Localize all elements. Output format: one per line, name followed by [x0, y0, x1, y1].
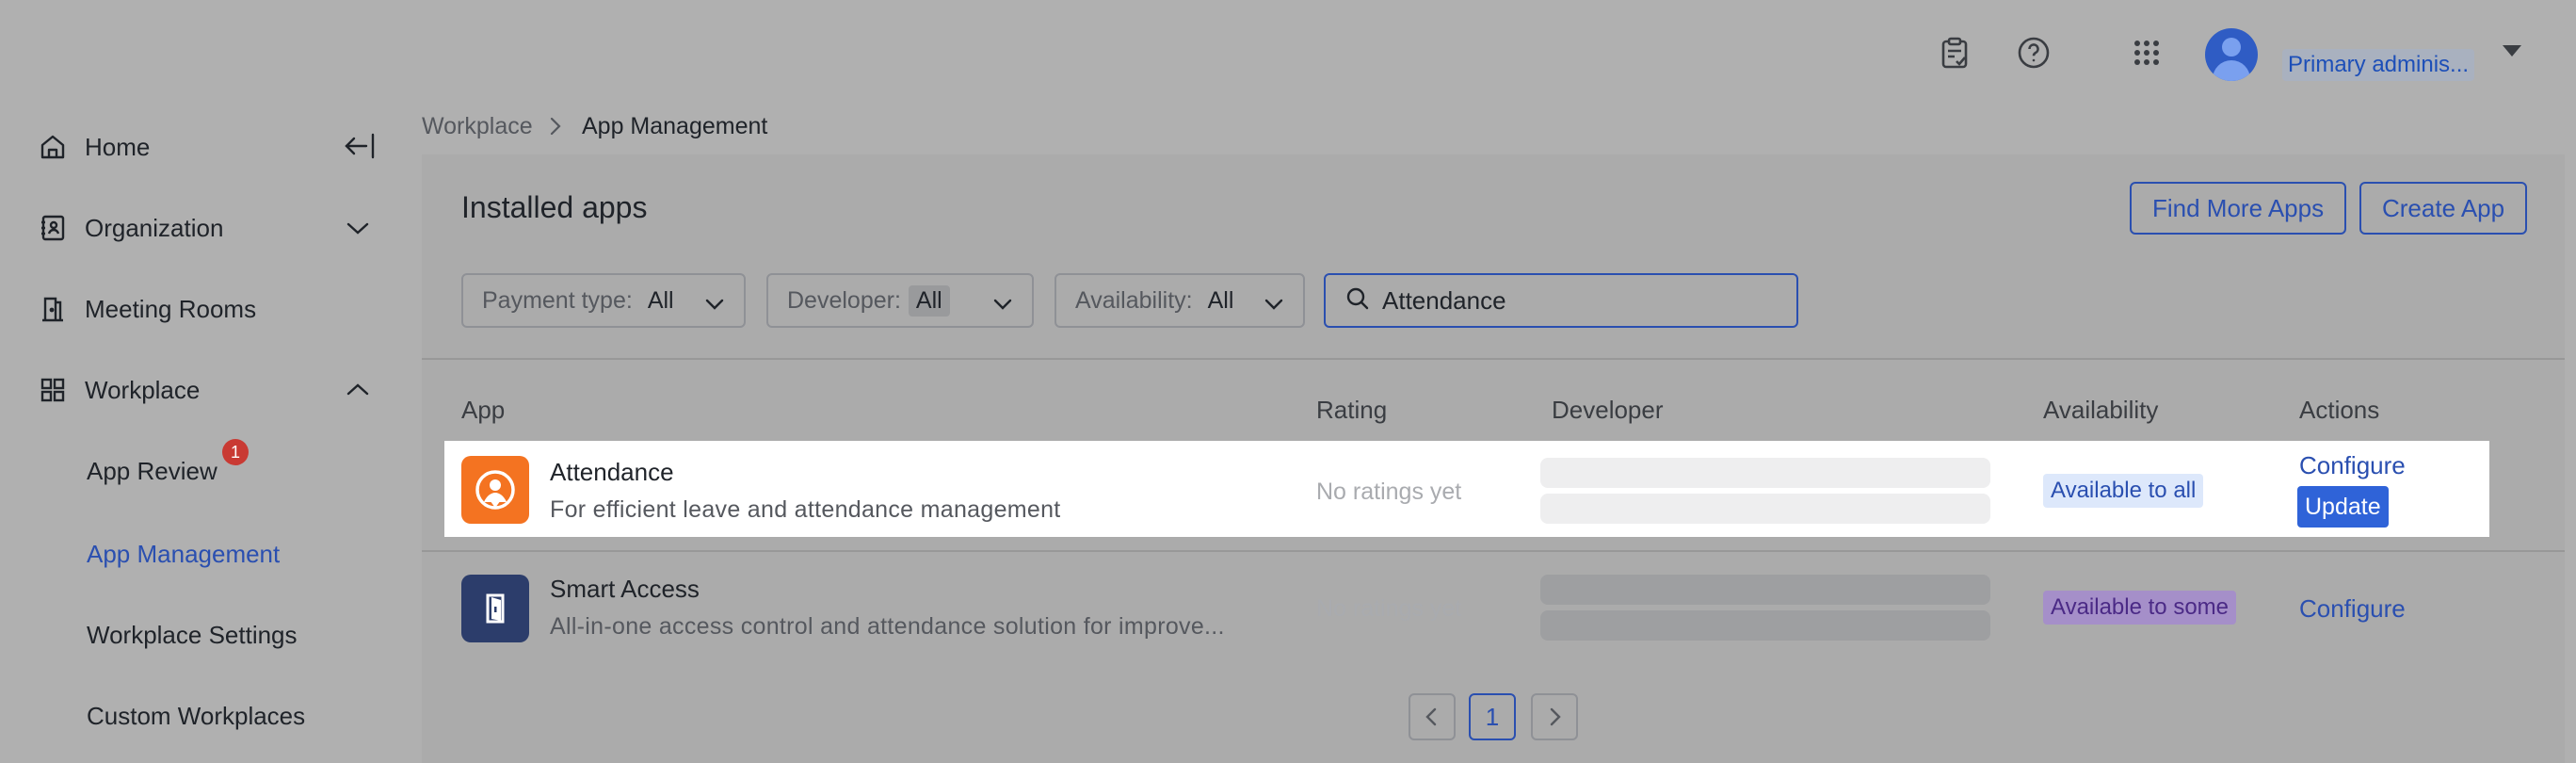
chevron-down-icon — [992, 292, 1013, 319]
user-name[interactable]: Primary adminis... — [2282, 49, 2475, 81]
column-header-availability: Availability — [2043, 396, 2159, 424]
sidebar-item-workplace-settings[interactable]: Workplace Settings — [87, 610, 298, 659]
sidebar-item-home[interactable]: Home — [38, 121, 150, 173]
help-circle-icon[interactable] — [2013, 32, 2054, 73]
sidebar-item-label: Home — [85, 132, 151, 161]
home-icon — [38, 132, 68, 162]
grid-dots-icon[interactable] — [2126, 32, 2167, 73]
sidebar-item-custom-workplaces[interactable]: Custom Workplaces — [87, 691, 305, 740]
payment-type-filter[interactable]: Payment type: All — [461, 273, 746, 328]
app-name[interactable]: Attendance — [550, 458, 674, 487]
search-input[interactable] — [1382, 285, 1778, 316]
breadcrumb-root[interactable]: Workplace — [422, 111, 533, 141]
app-description: For efficient leave and attendance manag… — [550, 496, 1061, 523]
configure-link[interactable]: Configure — [2299, 451, 2406, 480]
chevron-down-icon — [1264, 292, 1284, 319]
app-rating: No ratings yet — [1316, 595, 1462, 622]
contacts-book-icon — [38, 213, 68, 243]
developer-placeholder — [1540, 494, 1990, 524]
apps-grid-icon — [38, 375, 68, 405]
sidebar-item-organization[interactable]: Organization — [38, 202, 223, 254]
chevron-down-icon[interactable] — [345, 219, 371, 242]
caret-down-icon[interactable] — [2503, 45, 2521, 57]
availability-tag: Available to some — [2043, 591, 2236, 625]
sidebar-item-meeting-rooms[interactable]: Meeting Rooms — [38, 283, 256, 335]
developer-filter[interactable]: Developer: All — [766, 273, 1034, 328]
divider — [422, 358, 2565, 360]
sidebar-item-app-management[interactable]: App Management — [87, 529, 280, 578]
sidebar-item-label: App Management — [87, 539, 281, 568]
chevron-down-icon — [704, 292, 725, 319]
previous-page-button[interactable] — [1409, 693, 1456, 740]
developer-placeholder — [1540, 610, 1990, 641]
sidebar-item-label: Workplace — [85, 375, 201, 404]
attendance-app-icon — [461, 456, 529, 524]
filter-label: Payment type: — [482, 286, 633, 314]
door-icon — [38, 294, 68, 324]
notification-badge: 1 — [222, 439, 249, 465]
sidebar-item-label: Custom Workplaces — [87, 701, 306, 730]
developer-placeholder — [1540, 458, 1990, 488]
breadcrumb-current: App Management — [582, 113, 768, 139]
availability-filter[interactable]: Availability: All — [1055, 273, 1305, 328]
collapse-sidebar-icon[interactable] — [343, 132, 377, 165]
app-description: All-in-one access control and attendance… — [550, 613, 1225, 640]
sidebar-item-label: Workplace Settings — [87, 620, 298, 649]
sidebar-item-app-review[interactable]: App Review — [87, 446, 217, 495]
next-page-button[interactable] — [1531, 693, 1578, 740]
chevron-right-icon — [548, 115, 563, 142]
column-header-actions: Actions — [2299, 396, 2380, 424]
column-header-rating: Rating — [1316, 396, 1388, 424]
configure-link[interactable]: Configure — [2299, 594, 2406, 624]
page-title: Installed apps — [461, 190, 648, 224]
chevron-up-icon[interactable] — [345, 381, 371, 404]
filter-value: All — [908, 284, 950, 317]
column-header-developer: Developer — [1552, 396, 1664, 424]
create-app-button[interactable]: Create App — [2359, 182, 2528, 235]
availability-tag: Available to all — [2043, 474, 2204, 508]
app-name[interactable]: Smart Access — [550, 575, 700, 604]
page-number-button[interactable]: 1 — [1469, 693, 1516, 740]
filter-label: Developer: — [787, 286, 901, 314]
filter-value: All — [647, 286, 674, 314]
find-more-apps-button[interactable]: Find More Apps — [2130, 182, 2347, 235]
column-header-app: App — [461, 396, 506, 424]
clipboard-check-icon[interactable] — [1934, 32, 1975, 73]
sidebar-item-label: Organization — [85, 213, 224, 242]
update-button[interactable]: Update — [2297, 486, 2389, 528]
user-avatar-icon[interactable] — [2205, 28, 2258, 81]
filter-label: Availability: — [1075, 286, 1193, 314]
sidebar-item-label: App Review — [87, 456, 217, 485]
app-rating: No ratings yet — [1316, 479, 1462, 505]
developer-placeholder — [1540, 575, 1990, 605]
smart-access-app-icon — [461, 575, 529, 642]
sidebar-item-workplace[interactable]: Workplace — [38, 364, 200, 416]
search-field[interactable] — [1324, 273, 1798, 328]
divider — [422, 550, 2565, 552]
search-icon — [1344, 285, 1371, 317]
sidebar-item-label: Meeting Rooms — [85, 294, 257, 323]
filter-value: All — [1207, 286, 1234, 314]
